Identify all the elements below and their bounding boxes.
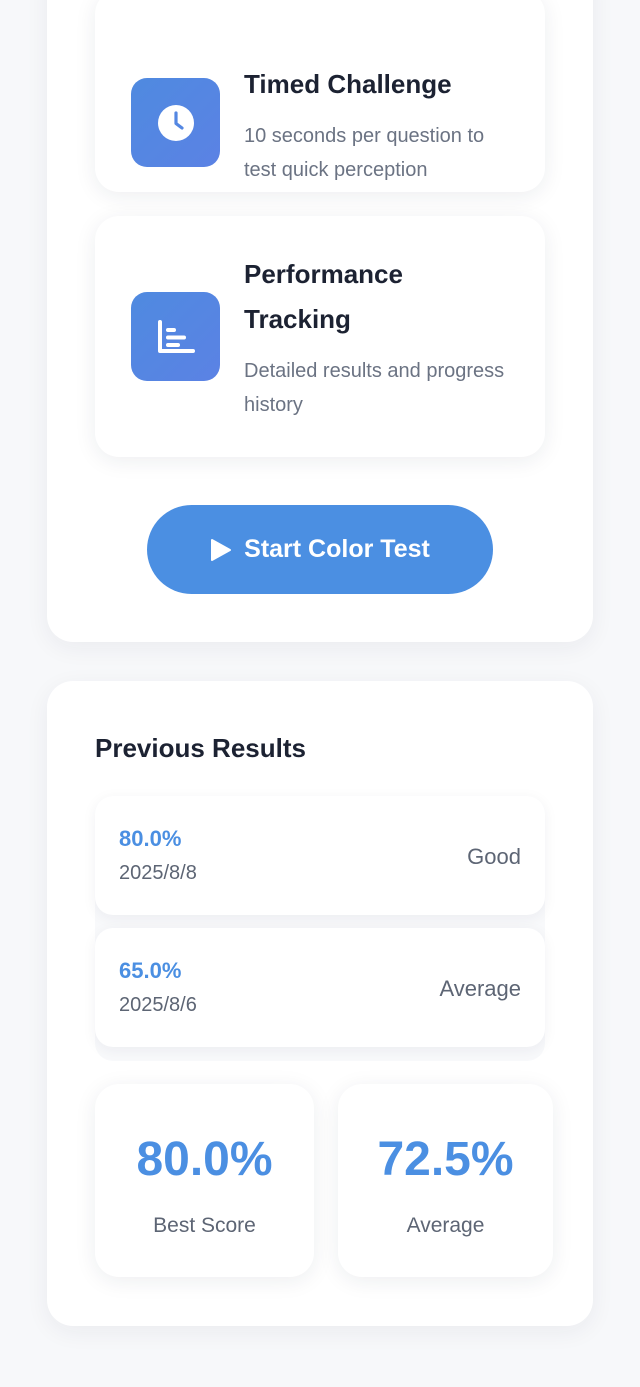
feature-timed-challenge: Timed Challenge 10 seconds per question … — [95, 0, 545, 192]
result-rating: Good — [467, 844, 521, 869]
best-score-stat: 80.0% Best Score — [95, 1084, 314, 1277]
results-list: 80.0% 2025/8/8 Good 65.0% 2025/8/6 Avera… — [95, 796, 545, 1061]
result-score: 80.0% — [119, 826, 182, 851]
average-score-stat: 72.5% Average — [338, 1084, 553, 1277]
result-rating: Average — [439, 976, 521, 1001]
play-icon — [210, 538, 232, 562]
list-item[interactable]: 65.0% 2025/8/6 Average — [95, 928, 545, 1047]
stat-value: 72.5% — [377, 1133, 514, 1186]
bar-chart-icon — [131, 292, 220, 381]
stat-value: 80.0% — [136, 1133, 273, 1186]
start-button-label: Start Color Test — [244, 535, 430, 563]
feature-title: Performance Tracking — [244, 259, 403, 334]
features-card: Timed Challenge 10 seconds per question … — [47, 0, 593, 642]
feature-description: 10 seconds per question to test quick pe… — [244, 125, 485, 181]
result-score: 65.0% — [119, 958, 182, 983]
feature-description: Detailed results and progress history — [244, 360, 505, 416]
result-date: 2025/8/6 — [119, 994, 197, 1016]
previous-results-card: Previous Results 80.0% 2025/8/8 Good 65.… — [47, 681, 593, 1326]
start-color-test-button[interactable]: Start Color Test — [147, 505, 493, 594]
section-title: Previous Results — [95, 733, 306, 763]
stat-label: Average — [406, 1214, 485, 1237]
list-item[interactable]: 80.0% 2025/8/8 Good — [95, 796, 545, 915]
clock-icon — [131, 78, 220, 167]
feature-title: Timed Challenge — [244, 69, 452, 99]
feature-performance-tracking: Performance Tracking Detailed results an… — [95, 216, 545, 457]
result-date: 2025/8/8 — [119, 862, 197, 884]
stat-label: Best Score — [153, 1214, 256, 1237]
